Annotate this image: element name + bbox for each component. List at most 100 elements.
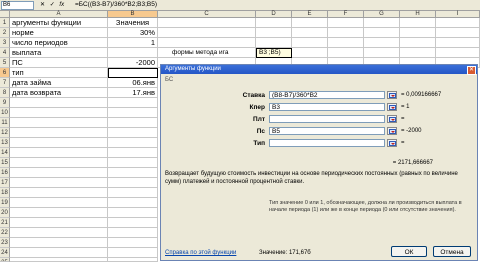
cell-a10[interactable] <box>10 108 108 118</box>
cell-b18[interactable] <box>108 188 158 198</box>
cell-i3[interactable] <box>436 38 480 48</box>
collapse-dialog-icon[interactable] <box>387 139 397 147</box>
row-header[interactable]: 25 <box>0 258 10 262</box>
collapse-dialog-icon[interactable] <box>387 127 397 135</box>
cell-i4[interactable] <box>436 48 480 58</box>
cell-a21[interactable] <box>10 218 108 228</box>
cell-b17[interactable] <box>108 178 158 188</box>
cell-b19[interactable] <box>108 198 158 208</box>
cell-g4[interactable] <box>364 48 400 58</box>
column-header-a[interactable]: A <box>10 11 108 18</box>
cell-b23[interactable] <box>108 238 158 248</box>
arg-input-type[interactable] <box>269 139 385 147</box>
cell-a25[interactable] <box>10 258 108 262</box>
cell-b24[interactable] <box>108 248 158 258</box>
row-header[interactable]: 20 <box>0 208 10 218</box>
cell-g2[interactable] <box>364 28 400 38</box>
arg-input-pv[interactable]: B5 <box>269 127 385 135</box>
cell-b22[interactable] <box>108 228 158 238</box>
cell-b20[interactable] <box>108 208 158 218</box>
row-header[interactable]: 3 <box>0 38 10 48</box>
column-header-i[interactable]: I <box>436 11 480 18</box>
select-all-corner[interactable] <box>0 11 10 18</box>
cell-i2[interactable] <box>436 28 480 38</box>
cell-b3[interactable]: 1 <box>108 38 158 48</box>
cancel-icon[interactable]: ✕ <box>40 2 45 8</box>
row-header[interactable]: 23 <box>0 238 10 248</box>
cell-c3[interactable] <box>158 38 256 48</box>
cell-b7[interactable]: 06.янв <box>108 78 158 88</box>
cell-e3[interactable] <box>292 38 328 48</box>
row-header[interactable]: 13 <box>0 138 10 148</box>
close-icon[interactable]: ✕ <box>467 66 476 75</box>
ok-button[interactable]: ОК <box>391 246 427 257</box>
formula-input[interactable]: =БС((B3-B7)/360*B2;B3;B5) <box>75 0 157 10</box>
row-header[interactable]: 16 <box>0 168 10 178</box>
row-header[interactable]: 6 <box>0 68 10 78</box>
cell-a11[interactable] <box>10 118 108 128</box>
cell-f3[interactable] <box>328 38 364 48</box>
cell-b16[interactable] <box>108 168 158 178</box>
cell-b8[interactable]: 17.янв <box>108 88 158 98</box>
cell-a6[interactable]: тип <box>10 68 108 78</box>
cell-a14[interactable] <box>10 148 108 158</box>
cell-a2[interactable]: норме <box>10 28 108 38</box>
row-header[interactable]: 2 <box>0 28 10 38</box>
row-header[interactable]: 24 <box>0 248 10 258</box>
row-header[interactable]: 4 <box>0 48 10 58</box>
cell-f4[interactable] <box>328 48 364 58</box>
cell-h4[interactable] <box>400 48 436 58</box>
cell-i1[interactable] <box>436 18 480 28</box>
name-box[interactable]: B6 <box>1 1 34 10</box>
column-header-g[interactable]: G <box>364 11 400 18</box>
cell-a17[interactable] <box>10 178 108 188</box>
cancel-button[interactable]: Отмена <box>433 246 471 257</box>
cell-a22[interactable] <box>10 228 108 238</box>
cell-b6-active[interactable] <box>108 68 158 78</box>
cell-a5[interactable]: ПС <box>10 58 108 68</box>
cell-a1[interactable]: аргументы функции <box>10 18 108 28</box>
column-header-c[interactable]: C <box>158 11 256 18</box>
row-header[interactable]: 12 <box>0 128 10 138</box>
cell-a12[interactable] <box>10 128 108 138</box>
column-header-b[interactable]: B <box>108 11 158 18</box>
cell-d2[interactable] <box>256 28 292 38</box>
column-header-e[interactable]: E <box>292 11 328 18</box>
cell-b4[interactable] <box>108 48 158 58</box>
help-link[interactable]: Справка по этой функции <box>165 250 236 256</box>
cell-b14[interactable] <box>108 148 158 158</box>
row-header[interactable]: 9 <box>0 98 10 108</box>
collapse-dialog-icon[interactable] <box>387 91 397 99</box>
cell-a16[interactable] <box>10 168 108 178</box>
cell-e4[interactable] <box>292 48 328 58</box>
cell-a19[interactable] <box>10 198 108 208</box>
row-header[interactable]: 14 <box>0 148 10 158</box>
cell-e2[interactable] <box>292 28 328 38</box>
cell-d4-edit[interactable]: B3 ;B5) <box>256 48 292 58</box>
row-header[interactable]: 10 <box>0 108 10 118</box>
cell-a8[interactable]: дата возврата <box>10 88 108 98</box>
cell-c4[interactable]: формы метода ига <box>158 48 256 58</box>
cell-d3[interactable] <box>256 38 292 48</box>
cell-e1[interactable] <box>292 18 328 28</box>
cell-a3[interactable]: число периодов <box>10 38 108 48</box>
cell-a9[interactable] <box>10 98 108 108</box>
row-header[interactable]: 19 <box>0 198 10 208</box>
collapse-dialog-icon[interactable] <box>387 103 397 111</box>
cell-b10[interactable] <box>108 108 158 118</box>
cell-a20[interactable] <box>10 208 108 218</box>
insert-function-icon[interactable]: fx <box>59 2 64 8</box>
cell-c2[interactable] <box>158 28 256 38</box>
cell-b11[interactable] <box>108 118 158 128</box>
enter-icon[interactable]: ✓ <box>50 2 55 8</box>
arg-input-pmt[interactable] <box>269 115 385 123</box>
cell-a18[interactable] <box>10 188 108 198</box>
cell-b12[interactable] <box>108 128 158 138</box>
cell-g1[interactable] <box>364 18 400 28</box>
row-header[interactable]: 7 <box>0 78 10 88</box>
cell-b13[interactable] <box>108 138 158 148</box>
cell-g3[interactable] <box>364 38 400 48</box>
cell-b1[interactable]: Значения <box>108 18 158 28</box>
collapse-dialog-icon[interactable] <box>387 115 397 123</box>
cell-c1[interactable] <box>158 18 256 28</box>
